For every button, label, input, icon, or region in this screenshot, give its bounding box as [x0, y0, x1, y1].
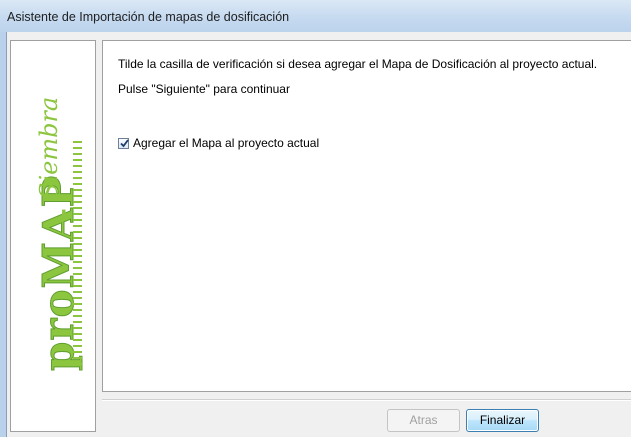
title-bar[interactable]: Asistente de Importación de mapas de dos…: [0, 0, 631, 32]
logo-text: proMAP: [34, 175, 83, 371]
promap-logo: proMAP - Siembra: [34, 97, 84, 372]
footer-divider: [102, 399, 631, 401]
check-icon: [120, 138, 129, 147]
finish-button[interactable]: Finalizar: [466, 409, 539, 432]
add-map-checkbox[interactable]: [118, 137, 129, 149]
logo-subtext: Siembra: [35, 97, 63, 199]
add-map-checkbox-label[interactable]: Agregar el Mapa al proyecto actual: [133, 136, 319, 150]
instruction-text: Tilde la casilla de verificación si dese…: [118, 57, 598, 71]
window-title: Asistente de Importación de mapas de dos…: [7, 10, 290, 24]
continue-text: Pulse "Siguiente" para continuar: [118, 82, 290, 96]
back-button[interactable]: Atras: [387, 409, 460, 432]
add-map-checkbox-row[interactable]: Agregar el Mapa al proyecto actual: [118, 136, 319, 150]
sidebar-banner: proMAP - Siembra: [10, 40, 96, 432]
wizard-content: Tilde la casilla de verificación si dese…: [102, 40, 631, 392]
